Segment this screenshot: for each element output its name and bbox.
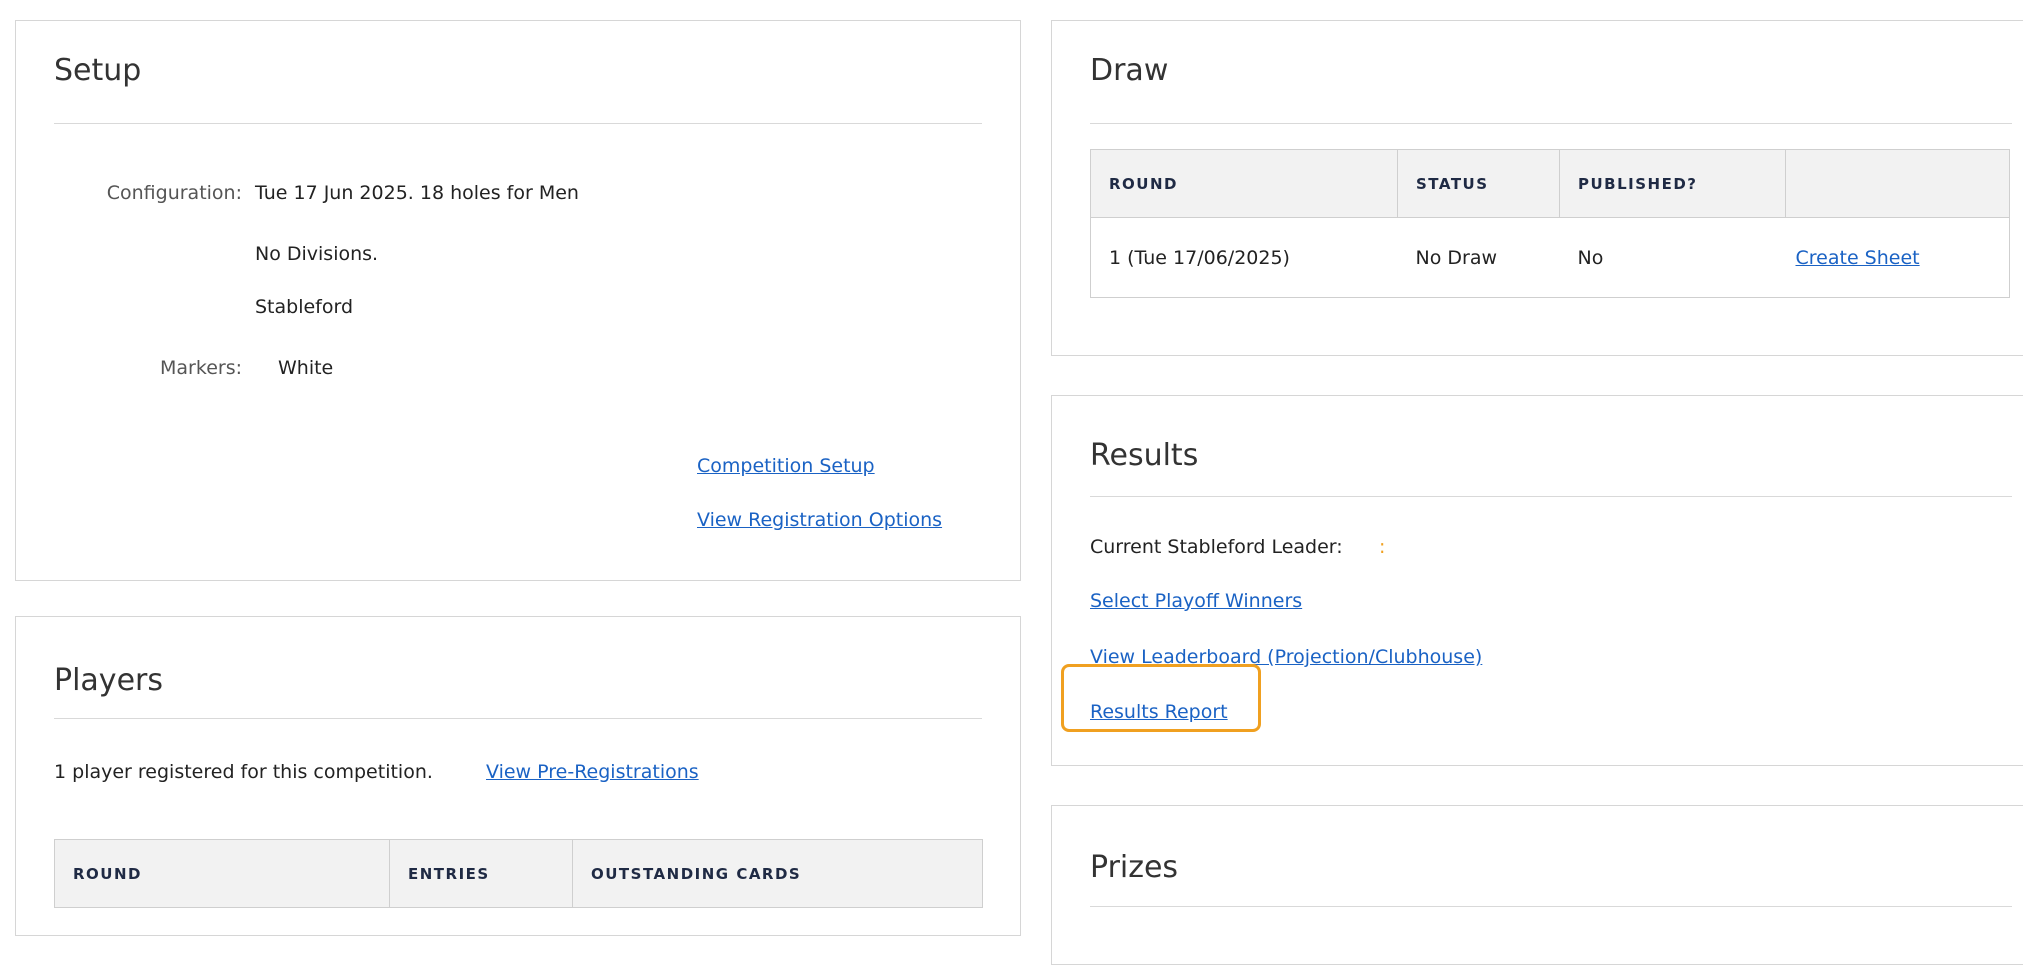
players-col-outstanding-cards: OUTSTANDING CARDS: [572, 839, 983, 908]
draw-col-round: ROUND: [1090, 149, 1398, 218]
current-leader-value: :: [1379, 536, 1386, 558]
results-report-highlight: [1061, 664, 1261, 732]
players-table-header-row: ROUND ENTRIES OUTSTANDING CARDS: [54, 839, 983, 908]
configuration-line-2: No Divisions.: [255, 243, 379, 265]
setup-title: Setup: [54, 53, 142, 88]
draw-row-round: 1 (Tue 17/06/2025): [1090, 217, 1398, 298]
markers-value: White: [278, 357, 334, 379]
draw-col-published: PUBLISHED?: [1559, 149, 1786, 218]
players-table: ROUND ENTRIES OUTSTANDING CARDS: [54, 839, 983, 908]
configuration-label: Configuration:: [106, 182, 242, 204]
draw-row-published: No: [1559, 217, 1786, 298]
prizes-divider: [1090, 906, 2012, 907]
draw-title: Draw: [1090, 53, 1169, 88]
select-playoff-winners-link[interactable]: Select Playoff Winners: [1090, 589, 1302, 613]
configuration-line-3: Stableford: [255, 296, 354, 318]
results-divider: [1090, 496, 2012, 497]
draw-col-status: STATUS: [1397, 149, 1560, 218]
draw-panel: Draw ROUND STATUS PUBLISHED? 1 (Tue 17/0…: [1051, 20, 2023, 356]
draw-row-action-cell: Create Sheet: [1785, 217, 2010, 298]
markers-label: Markers:: [160, 357, 242, 379]
configuration-line-1: Tue 17 Jun 2025. 18 holes for Men: [255, 182, 579, 204]
players-registered-text: 1 player registered for this competition…: [54, 761, 433, 783]
setup-divider: [54, 123, 982, 124]
results-title: Results: [1090, 438, 1199, 473]
view-preregistrations-link[interactable]: View Pre-Registrations: [486, 760, 699, 784]
setup-panel: Setup Configuration: Tue 17 Jun 2025. 18…: [15, 20, 1021, 581]
current-leader-label: Current Stableford Leader:: [1090, 536, 1343, 558]
players-panel: Players 1 player registered for this com…: [15, 616, 1021, 936]
draw-table: ROUND STATUS PUBLISHED? 1 (Tue 17/06/202…: [1090, 149, 2010, 298]
players-divider: [54, 718, 982, 719]
draw-divider: [1090, 123, 2012, 124]
table-row: 1 (Tue 17/06/2025) No Draw No Create She…: [1090, 217, 2010, 298]
draw-table-header-row: ROUND STATUS PUBLISHED?: [1090, 149, 2010, 218]
players-col-entries: ENTRIES: [389, 839, 573, 908]
prizes-panel: Prizes: [1051, 805, 2023, 965]
prizes-title: Prizes: [1090, 850, 1179, 885]
players-title: Players: [54, 663, 163, 698]
create-sheet-link[interactable]: Create Sheet: [1796, 247, 1920, 269]
draw-row-status: No Draw: [1397, 217, 1560, 298]
draw-col-action: [1785, 149, 2010, 218]
competition-setup-link[interactable]: Competition Setup: [697, 454, 875, 478]
view-registration-options-link[interactable]: View Registration Options: [697, 508, 942, 532]
players-col-round: ROUND: [54, 839, 390, 908]
